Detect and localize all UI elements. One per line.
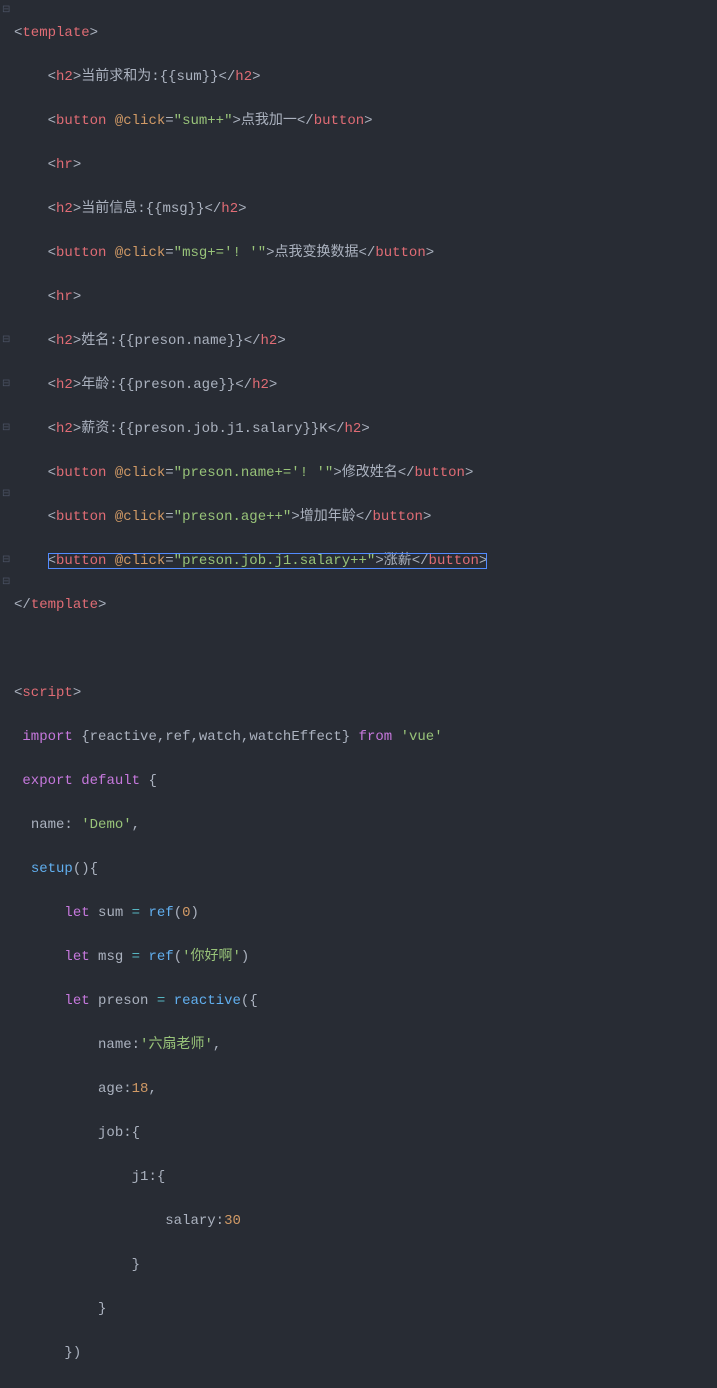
code-line: let preson = reactive({ [14,990,717,1012]
code-line: } [14,1298,717,1320]
fold-icon[interactable]: ⊟ [0,0,14,22]
code-line: name: 'Demo', [14,814,717,836]
code-line: <h2>当前求和为:{{sum}}</h2> [14,66,717,88]
code-line: <h2>当前信息:{{msg}}</h2> [14,198,717,220]
code-line: </template> [14,594,717,616]
fold-icon[interactable]: ⊟ [0,572,14,594]
code-line: <template> [14,22,717,44]
code-line: } [14,1254,717,1276]
code-editor[interactable]: ⊟ ⊟ ⊟ ⊟ ⊟ ⊟ ⊟ <template> <h2>当前求和为:{{sum… [0,0,717,1388]
code-line: <button @click="preson.age++">增加年龄</butt… [14,506,717,528]
code-line: export default { [14,770,717,792]
fold-gutter: ⊟ ⊟ ⊟ ⊟ ⊟ ⊟ ⊟ [0,0,14,1388]
fold-icon[interactable]: ⊟ [0,374,14,396]
code-line: import {reactive,ref,watch,watchEffect} … [14,726,717,748]
code-line: job:{ [14,1122,717,1144]
code-line: salary:30 [14,1210,717,1232]
code-line: <button @click="preson.name+='! '">修改姓名<… [14,462,717,484]
code-line: <h2>薪资:{{preson.job.j1.salary}}K</h2> [14,418,717,440]
fold-icon[interactable]: ⊟ [0,550,14,572]
code-line [14,638,717,660]
code-line: <button @click="msg+='! '">点我变换数据</butto… [14,242,717,264]
code-line: setup(){ [14,858,717,880]
code-line: <hr> [14,286,717,308]
code-area[interactable]: <template> <h2>当前求和为:{{sum}}</h2> <butto… [14,0,717,1388]
code-line: name:'六扇老师', [14,1034,717,1056]
code-line: <h2>年龄:{{preson.age}}</h2> [14,374,717,396]
fold-icon[interactable]: ⊟ [0,418,14,440]
code-line: <script> [14,682,717,704]
code-line: <h2>姓名:{{preson.name}}</h2> [14,330,717,352]
fold-icon[interactable]: ⊟ [0,330,14,352]
code-line: age:18, [14,1078,717,1100]
code-line: <hr> [14,154,717,176]
code-line: j1:{ [14,1166,717,1188]
code-line: }) [14,1342,717,1364]
code-line: <button @click="sum++">点我加一</button> [14,110,717,132]
code-line: let msg = ref('你好啊') [14,946,717,968]
code-line: <button @click="preson.job.j1.salary++">… [14,550,717,572]
fold-icon[interactable]: ⊟ [0,484,14,506]
code-line: let sum = ref(0) [14,902,717,924]
